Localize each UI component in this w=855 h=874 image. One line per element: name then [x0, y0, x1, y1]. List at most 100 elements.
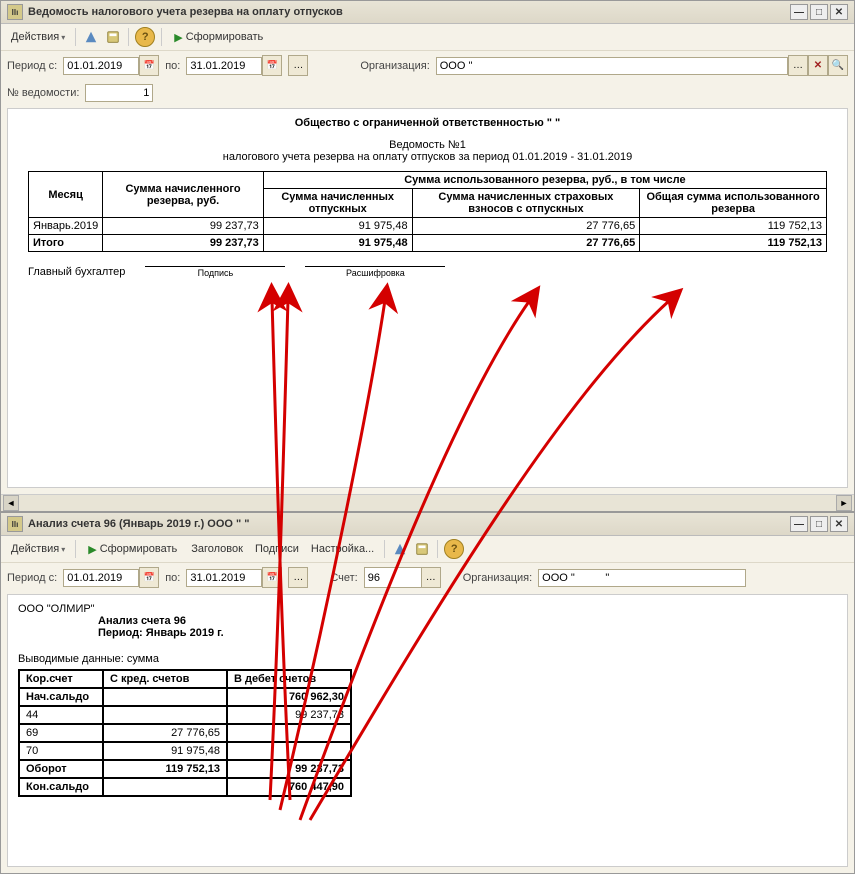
col-kred: С кред. счетов	[103, 670, 227, 688]
cell-t-accrued: 99 237,73	[103, 235, 264, 252]
hscrollbar-1[interactable]: ◄ ►	[1, 494, 854, 511]
toolbar-2: Действия ▾ ▶ Сформировать Заголовок Подп…	[1, 536, 854, 563]
app-icon: llı	[7, 516, 23, 532]
app-icon: llı	[7, 4, 23, 20]
report-subtitle: Ведомость №1	[28, 139, 827, 151]
form-label: Сформировать	[100, 543, 178, 555]
cell-turn-kred: 119 752,13	[103, 760, 227, 778]
date-from-input[interactable]	[63, 57, 139, 75]
date-from-input[interactable]	[63, 569, 139, 587]
calendar-icon[interactable]: 📅	[262, 567, 282, 588]
form-label: Сформировать	[186, 31, 264, 43]
calendar-icon[interactable]: 📅	[262, 55, 282, 76]
col-used-group: Сумма использованного резерва, руб., в т…	[263, 172, 826, 189]
cell-end-label: Кон.сальдо	[19, 778, 103, 796]
cell-t-ins: 27 776,65	[412, 235, 640, 252]
cell-turn-deb: 99 237,73	[227, 760, 351, 778]
account-input[interactable]	[364, 567, 421, 588]
analysis-table: Кор.счет С кред. счетов В дебет счетов Н…	[18, 669, 352, 797]
table-row: Кон.сальдо 760 447,90	[19, 778, 351, 796]
table-row: Нач.сальдо 760 962,30	[19, 688, 351, 706]
report-org-header: Общество с ограниченной ответственностью…	[295, 117, 561, 129]
table-row: Январь.2019 99 237,73 91 975,48 27 776,6…	[29, 218, 827, 235]
account-dots-button[interactable]: …	[421, 567, 441, 588]
table-row-total: Итого 99 237,73 91 975,48 27 776,65 119 …	[29, 235, 827, 252]
dropdown-icon: ▾	[61, 33, 65, 42]
maximize-button[interactable]: □	[810, 4, 828, 20]
minimize-button[interactable]: —	[790, 516, 808, 532]
cell-70-kred: 91 975,48	[103, 742, 227, 760]
chief-accountant-label: Главный бухгалтер	[28, 266, 125, 278]
report-table: Месяц Сумма начисленного резерва, руб. С…	[28, 171, 827, 252]
triangle-icon[interactable]	[391, 540, 409, 558]
calc-icon[interactable]	[413, 540, 431, 558]
help-button[interactable]: ?	[135, 27, 155, 47]
minimize-button[interactable]: —	[790, 4, 808, 20]
params-row-2: № ведомости:	[1, 80, 854, 106]
table-row: 70 91 975,48	[19, 742, 351, 760]
org-clear-button[interactable]: ✕	[808, 55, 828, 76]
period-picker-button[interactable]: …	[288, 567, 308, 588]
cell-itogo: Итого	[29, 235, 103, 252]
decode-line: Расшифровка	[305, 266, 445, 278]
form-button[interactable]: ▶ Сформировать	[168, 29, 269, 46]
prev-toolbar-icon[interactable]	[82, 28, 100, 46]
scroll-left-icon[interactable]: ◄	[3, 495, 19, 511]
cell-beg-label: Нач.сальдо	[19, 688, 103, 706]
org-input[interactable]	[538, 569, 746, 587]
cell-t-vac: 91 975,48	[263, 235, 412, 252]
col-month: Месяц	[29, 172, 103, 218]
period-from-label: Период с:	[7, 572, 57, 584]
actions-menu[interactable]: Действия ▾	[7, 29, 69, 45]
org-label: Организация:	[360, 60, 429, 72]
scroll-right-icon[interactable]: ►	[836, 495, 852, 511]
cell-beg-deb: 760 962,30	[227, 688, 351, 706]
calendar-icon[interactable]: 📅	[139, 567, 159, 588]
num-input[interactable]	[85, 84, 153, 102]
calc-icon[interactable]	[104, 28, 122, 46]
report-period: Период: Январь 2019 г.	[98, 627, 224, 639]
report-1-content: Общество с ограниченной ответственностью…	[8, 109, 847, 308]
cell-t-total: 119 752,13	[640, 235, 827, 252]
period-to-label: по:	[165, 60, 180, 72]
close-button[interactable]: ✕	[830, 4, 848, 20]
col-accrued: Сумма начисленного резерва, руб.	[103, 172, 264, 218]
report-title: Анализ счета 96	[98, 615, 186, 627]
params-row-w2: Период с: 📅 по: 📅 … Счет: … Организация:	[1, 563, 854, 592]
toolbar-1: Действия ▾ ? ▶ Сформировать	[1, 24, 854, 51]
window-analysis: llı Анализ счета 96 (Январь 2019 г.) ООО…	[0, 512, 855, 874]
period-picker-button[interactable]: …	[288, 55, 308, 76]
window-title-1: Ведомость налогового учета резерва на оп…	[28, 6, 343, 18]
play-icon: ▶	[174, 31, 182, 44]
maximize-button[interactable]: □	[810, 516, 828, 532]
cell-44: 44	[19, 706, 103, 724]
subaccounts-button[interactable]: Подписи	[251, 541, 303, 557]
date-to-input[interactable]	[186, 569, 262, 587]
org-input[interactable]	[436, 57, 788, 75]
period-to-label: по:	[165, 572, 180, 584]
col-ins: Сумма начисленных страховых взносов с от…	[412, 189, 640, 218]
cell-accrued: 99 237,73	[103, 218, 264, 235]
output-label: Выводимые данные: сумма	[18, 653, 837, 665]
close-button[interactable]: ✕	[830, 516, 848, 532]
header-button[interactable]: Заголовок	[187, 541, 247, 557]
org-lookup-button[interactable]: 🔍	[828, 55, 848, 76]
col-deb: В дебет счетов	[227, 670, 351, 688]
calendar-icon[interactable]: 📅	[139, 55, 159, 76]
window-vedomost: llı Ведомость налогового учета резерва н…	[0, 0, 855, 512]
cell-69-kred: 27 776,65	[103, 724, 227, 742]
settings-button[interactable]: Настройка...	[307, 541, 378, 557]
col-total-used: Общая сумма использованного резерва	[640, 189, 827, 218]
org-dots-button[interactable]: …	[788, 55, 808, 76]
date-to-input[interactable]	[186, 57, 262, 75]
cell-end-deb: 760 447,90	[227, 778, 351, 796]
form-button[interactable]: ▶ Сформировать	[82, 541, 183, 558]
actions-menu[interactable]: Действия ▾	[7, 541, 69, 557]
titlebar-2: llı Анализ счета 96 (Январь 2019 г.) ООО…	[1, 513, 854, 536]
table-row: Оборот 119 752,13 99 237,73	[19, 760, 351, 778]
help-button[interactable]: ?	[444, 539, 464, 559]
cell-ins: 27 776,65	[412, 218, 640, 235]
col-corr: Кор.счет	[19, 670, 103, 688]
table-row: 44 99 237,73	[19, 706, 351, 724]
params-row-1: Период с: 📅 по: 📅 … Организация: … ✕ 🔍	[1, 51, 854, 80]
